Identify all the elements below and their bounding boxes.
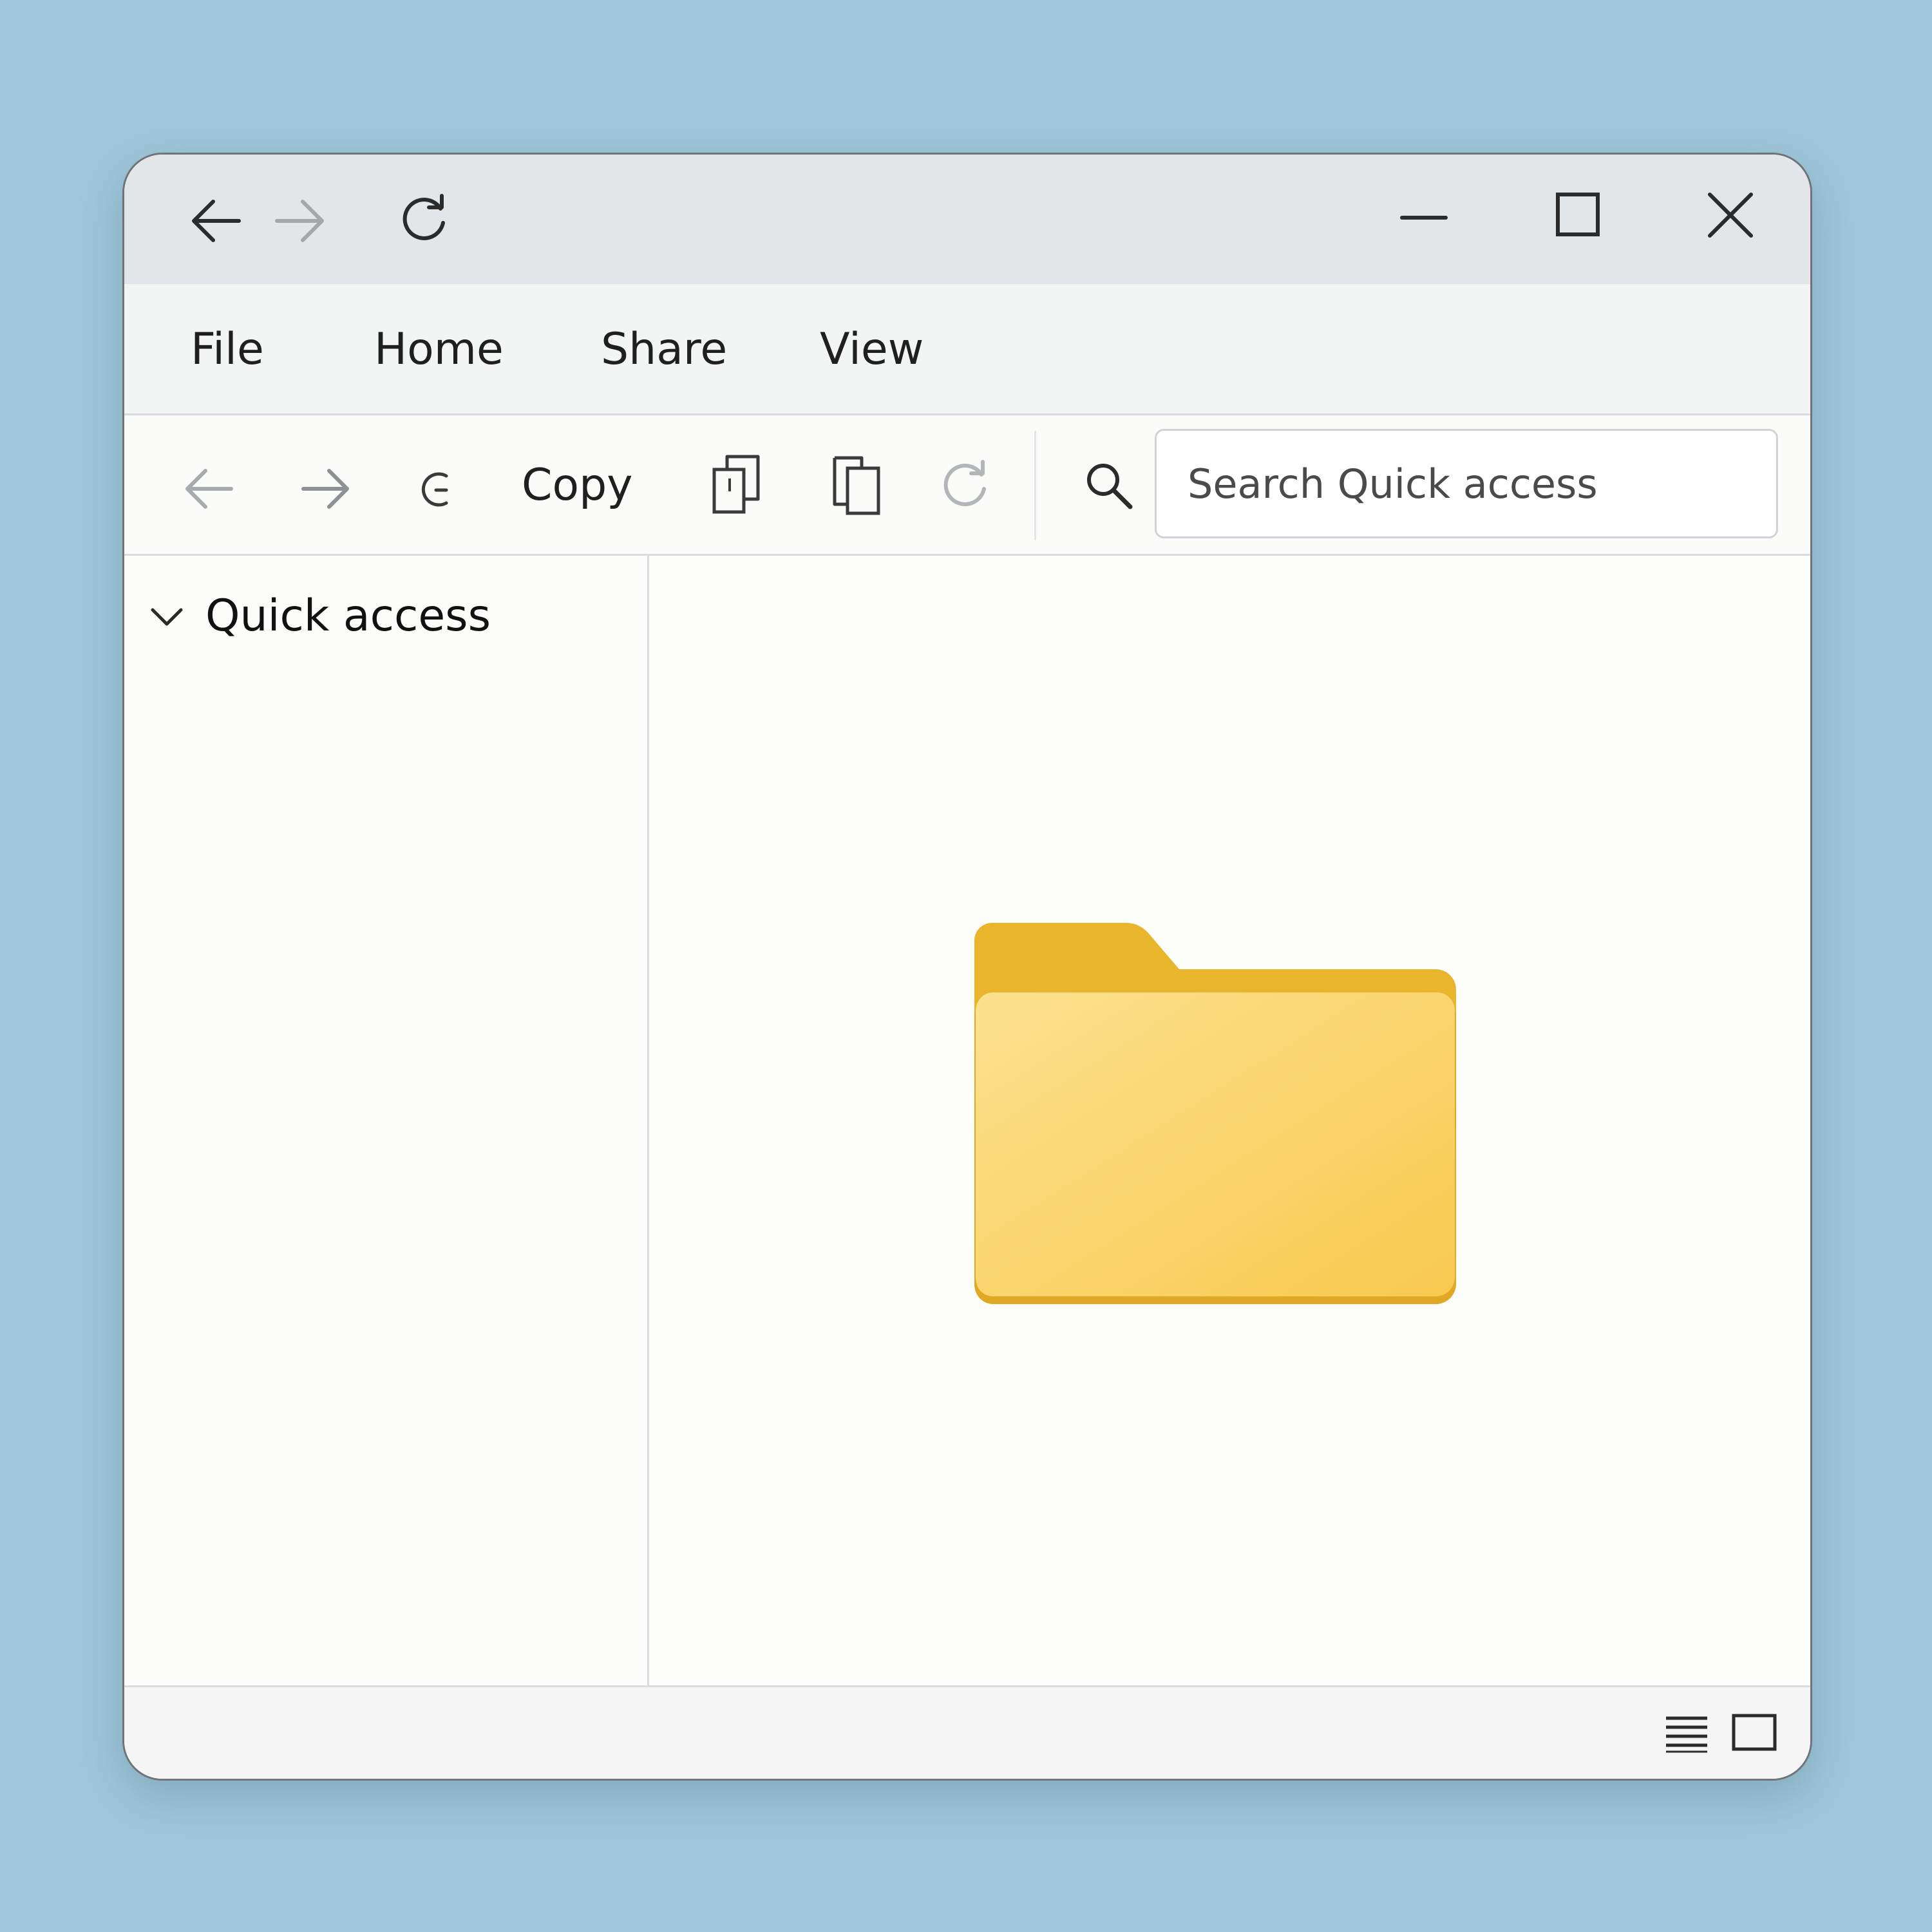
navigation-pane: Quick access [124,556,649,1685]
sidebar-item-quick-access[interactable]: Quick access [150,582,627,652]
search-input[interactable] [1155,429,1778,538]
large-icons-view-icon[interactable] [1731,1713,1777,1753]
copy-icon[interactable] [710,453,764,517]
maximize-icon[interactable] [1555,192,1600,237]
title-bar [124,155,1810,284]
menu-bar: File Home Share View [124,284,1810,415]
close-icon[interactable] [1706,191,1755,240]
folder-icon[interactable] [974,923,1457,1316]
content-area [649,556,1810,1685]
sidebar-item-label: Quick access [205,591,491,641]
undo-icon[interactable] [417,467,462,512]
arrow-right-icon[interactable] [272,193,327,249]
toolbar: Copy [124,415,1810,556]
toolbar-separator [1034,431,1036,540]
paste-icon[interactable] [829,453,884,517]
chevron-down-icon[interactable] [150,606,184,628]
copy-button[interactable]: Copy [522,415,633,556]
menu-view[interactable]: View [820,284,923,415]
minimize-icon[interactable] [1399,213,1448,223]
status-bar [124,1685,1810,1779]
menu-home[interactable]: Home [374,284,504,415]
search-icon[interactable] [1084,460,1135,512]
details-view-icon[interactable] [1663,1714,1710,1753]
menu-file[interactable]: File [191,284,264,415]
file-explorer-window: File Home Share View Copy Search Quick a… [122,153,1812,1781]
arrow-left-icon[interactable] [189,193,244,249]
refresh-icon[interactable] [398,194,450,246]
arrow-left-icon[interactable] [182,462,236,516]
menu-share[interactable]: Share [601,284,727,415]
redo-icon[interactable] [939,460,990,512]
arrow-right-icon[interactable] [298,462,352,516]
